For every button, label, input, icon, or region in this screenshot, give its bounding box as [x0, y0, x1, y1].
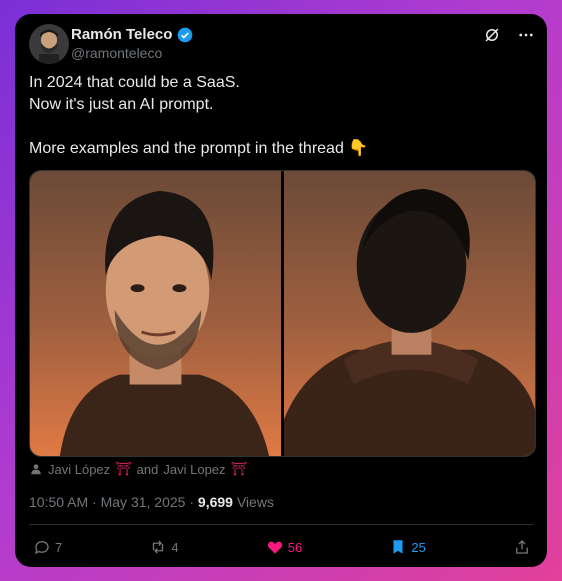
meta-separator: · [92, 494, 101, 510]
avatar[interactable] [29, 24, 69, 64]
media-image-back[interactable] [284, 171, 535, 456]
share-button[interactable] [513, 538, 531, 556]
tweet-text: In 2024 that could be a SaaS. Now it's j… [29, 72, 529, 160]
media-image-front[interactable] [30, 171, 281, 456]
like-button[interactable]: 56 [266, 538, 302, 556]
retweet-icon [153, 540, 164, 554]
bookmark-icon [393, 540, 403, 554]
retweet-count: 4 [171, 539, 179, 555]
tagged-person-name: Javi Lopez [163, 461, 226, 477]
tweet-line: More examples and the prompt in the thre… [29, 140, 369, 157]
author-name[interactable]: Ramón Teleco [71, 26, 172, 43]
tweet-card: Ramón Teleco @ramonteleco In 2024 that c… [15, 14, 547, 567]
tweet-line [29, 116, 529, 138]
more-icon[interactable] [517, 26, 535, 44]
verified-badge-icon [177, 27, 193, 43]
author-row: Ramón Teleco [71, 26, 193, 43]
torii-icon: ⛩ [115, 461, 132, 476]
share-icon [516, 540, 528, 554]
grok-icon[interactable] [483, 26, 501, 44]
tagged-person-name: Javi López [48, 461, 111, 477]
reply-icon [34, 541, 49, 555]
action-bar: 7 4 56 25 [33, 536, 531, 558]
top-actions [483, 26, 535, 44]
reply-count: 7 [55, 539, 63, 555]
tweet-date[interactable]: May 31, 2025 [101, 494, 186, 510]
tweet-meta: 10:50 AM · May 31, 2025 · 9,699 Views [29, 494, 274, 510]
reply-button[interactable]: 7 [33, 538, 62, 556]
tweet-line: In 2024 that could be a SaaS. [29, 74, 240, 91]
author-handle[interactable]: @ramonteleco [71, 45, 162, 61]
media-gallery [29, 170, 536, 457]
tagged-and-text: and [136, 461, 159, 477]
like-count: 56 [287, 539, 303, 555]
divider [29, 524, 533, 525]
heart-icon [267, 541, 282, 554]
views-label: Views [236, 494, 274, 510]
meta-separator: · [189, 494, 198, 510]
views-count: 9,699 [197, 494, 233, 510]
bookmark-count: 25 [411, 539, 426, 555]
tagged-people[interactable]: Javi López ⛩ and Javi Lopez ⛩ [29, 461, 247, 477]
bookmark-button[interactable]: 25 [389, 538, 426, 556]
tweet-time[interactable]: 10:50 AM [29, 494, 88, 510]
tweet-line: Now it's just an AI prompt. [29, 96, 214, 113]
retweet-button[interactable]: 4 [149, 538, 179, 556]
person-icon [29, 462, 43, 476]
torii-icon: ⛩ [230, 461, 248, 476]
